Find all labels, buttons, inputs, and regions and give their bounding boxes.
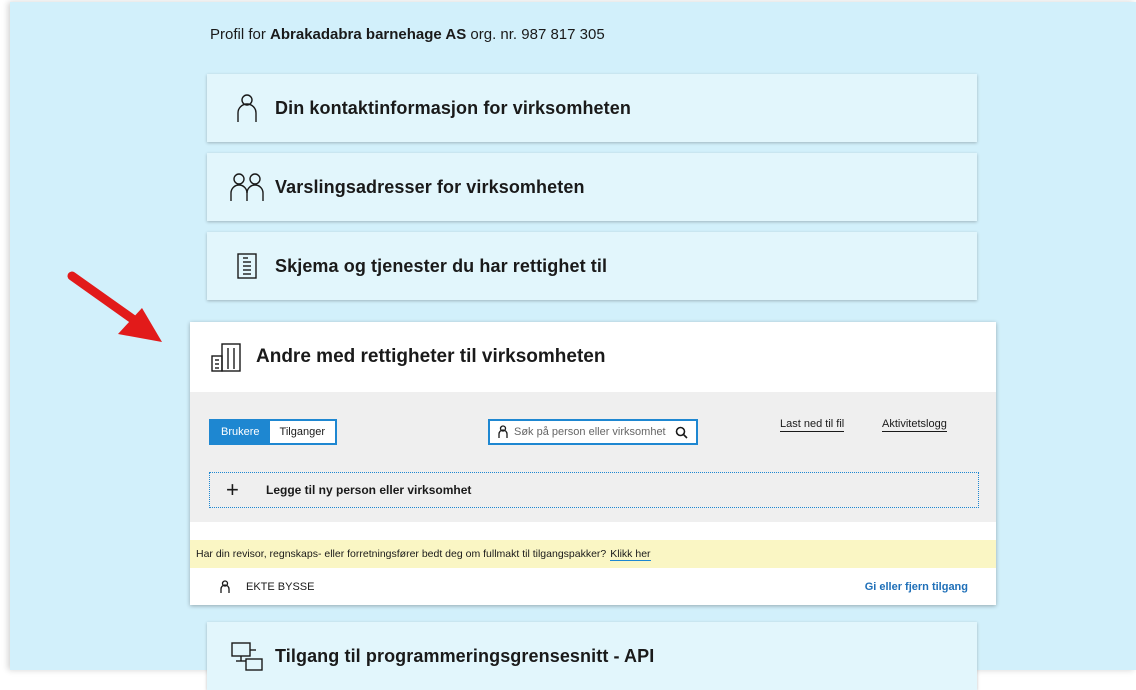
forms-services-card[interactable]: Skjema og tjenester du har rettighet til <box>207 232 977 300</box>
user-name: EKTE BYSSE <box>246 581 315 593</box>
power-of-attorney-notice: Har din revisor, regnskaps- eller forret… <box>190 540 996 568</box>
notice-text: Har din revisor, regnskaps- eller forret… <box>196 548 607 560</box>
person-icon <box>220 580 230 594</box>
search-input[interactable]: Søk på person eller virksomhet <box>488 419 698 445</box>
others-with-rights-panel: Andre med rettigheter til virksomheten B… <box>190 322 996 605</box>
search-placeholder: Søk på person eller virksomhet <box>514 426 666 438</box>
profile-page: Profil for Abrakadabra barnehage AS org.… <box>10 2 1136 690</box>
api-access-card[interactable]: Tilgang til programmeringsgrensesnitt - … <box>207 622 977 690</box>
others-with-rights-title: Andre med rettigheter til virksomheten <box>256 346 606 367</box>
add-person-button[interactable]: + Legge til ny person eller virksomhet <box>209 472 979 508</box>
search-icon[interactable] <box>675 426 688 439</box>
users-toolbar: Brukere Tilganger Søk på person eller vi… <box>190 392 996 522</box>
add-person-label: Legge til ny person eller virksomhet <box>266 483 472 497</box>
computer-api-icon <box>227 641 267 671</box>
person-icon <box>227 93 267 123</box>
notification-addresses-title: Varslingsadresser for virksomheten <box>275 176 585 197</box>
company-name: Abrakadabra barnehage AS <box>270 26 467 43</box>
person-icon <box>498 425 508 439</box>
red-arrow-annotation <box>67 271 162 342</box>
contact-info-card[interactable]: Din kontaktinformasjon for virksomheten <box>207 74 977 142</box>
download-file-link[interactable]: Last ned til fil <box>780 418 845 432</box>
building-icon <box>206 342 246 372</box>
activity-log-link[interactable]: Aktivitetslogg <box>882 418 947 432</box>
tab-access[interactable]: Tilganger <box>270 421 335 443</box>
others-with-rights-header[interactable]: Andre med rettigheter til virksomheten <box>190 322 996 392</box>
profile-heading: Profil for Abrakadabra barnehage AS org.… <box>210 26 605 43</box>
click-here-link[interactable]: Klikk her <box>610 548 651 561</box>
document-icon <box>227 252 267 280</box>
tab-users[interactable]: Brukere <box>211 421 270 443</box>
view-toggle: Brukere Tilganger <box>209 419 337 445</box>
api-access-title: Tilgang til programmeringsgrensesnitt - … <box>275 645 655 666</box>
two-persons-icon <box>227 172 267 202</box>
contact-info-title: Din kontaktinformasjon for virksomheten <box>275 97 631 118</box>
org-number: 987 817 305 <box>521 26 605 43</box>
grant-revoke-access-link[interactable]: Gi eller fjern tilgang <box>865 581 968 593</box>
notification-addresses-card[interactable]: Varslingsadresser for virksomheten <box>207 153 977 221</box>
plus-icon: + <box>226 477 239 502</box>
forms-services-title: Skjema og tjenester du har rettighet til <box>275 255 608 276</box>
list-item[interactable]: EKTE BYSSE Gi eller fjern tilgang <box>190 572 996 602</box>
